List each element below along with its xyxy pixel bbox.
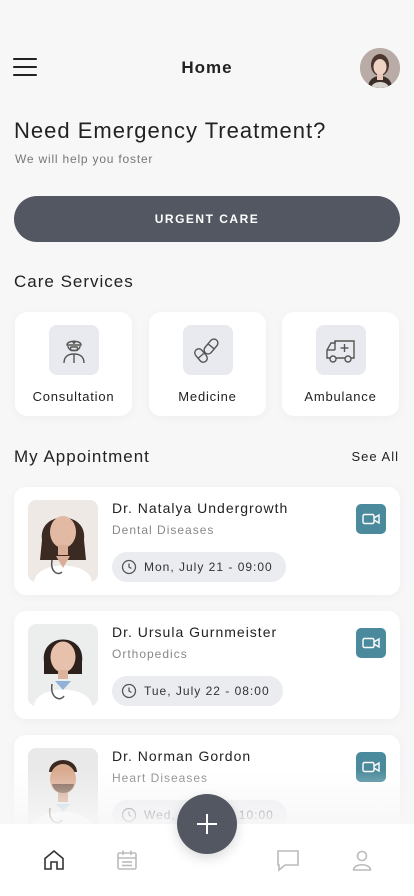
plus-icon	[197, 814, 217, 834]
service-label: Ambulance	[304, 389, 377, 404]
urgent-care-button[interactable]: URGENT CARE	[14, 196, 400, 242]
ambulance-icon	[316, 325, 366, 375]
video-call-icon[interactable]	[356, 504, 386, 534]
clock-icon	[121, 559, 137, 575]
hero-subheadline: We will help you foster	[15, 152, 154, 166]
appointment-card[interactable]: Dr. Natalya Undergrowth Dental Diseases …	[14, 487, 400, 595]
service-label: Medicine	[178, 389, 237, 404]
doctor-specialty: Heart Diseases	[112, 771, 209, 785]
appointments-title: My Appointment	[14, 447, 150, 466]
doctor-photo	[28, 624, 98, 706]
doctor-specialty: Dental Diseases	[112, 523, 215, 537]
doctor-name: Dr. Ursula Gurnmeister	[112, 624, 278, 640]
profile-icon[interactable]	[348, 846, 376, 874]
user-photo	[360, 48, 400, 88]
doctor-specialty: Orthopedics	[112, 647, 188, 661]
pills-icon	[183, 325, 233, 375]
doctor-photo	[28, 500, 98, 582]
service-ambulance[interactable]: Ambulance	[282, 312, 399, 416]
home-icon[interactable]	[40, 846, 68, 874]
appointment-time: Tue, July 22 - 08:00	[112, 676, 283, 706]
doctor-name: Dr. Natalya Undergrowth	[112, 500, 289, 516]
calendar-icon[interactable]	[113, 846, 141, 874]
page-title: Home	[181, 58, 233, 77]
doctor-name: Dr. Norman Gordon	[112, 748, 252, 764]
appointment-card[interactable]: Dr. Ursula Gurnmeister Orthopedics Tue, …	[14, 611, 400, 719]
video-call-icon[interactable]	[356, 752, 386, 782]
appointment-time: Mon, July 21 - 09:00	[112, 552, 286, 582]
video-call-icon[interactable]	[356, 628, 386, 658]
chat-icon[interactable]	[274, 846, 302, 874]
care-services-title: Care Services	[14, 272, 134, 291]
service-medicine[interactable]: Medicine	[149, 312, 266, 416]
service-consultation[interactable]: Consultation	[15, 312, 132, 416]
doctor-photo	[28, 748, 98, 830]
appointment-time-text: Mon, July 21 - 09:00	[144, 560, 273, 574]
service-label: Consultation	[32, 389, 115, 404]
top-bar: Home	[0, 46, 414, 90]
hero-headline: Need Emergency Treatment?	[14, 118, 327, 143]
care-services-list: Consultation Medicine Ambulance	[15, 312, 400, 416]
add-button[interactable]	[177, 794, 237, 854]
appointment-time-text: Tue, July 22 - 08:00	[144, 684, 270, 698]
clock-icon	[121, 683, 137, 699]
avatar[interactable]	[360, 48, 400, 88]
doctor-icon	[49, 325, 99, 375]
see-all-link[interactable]: See All	[352, 449, 399, 464]
clock-icon	[121, 807, 137, 823]
